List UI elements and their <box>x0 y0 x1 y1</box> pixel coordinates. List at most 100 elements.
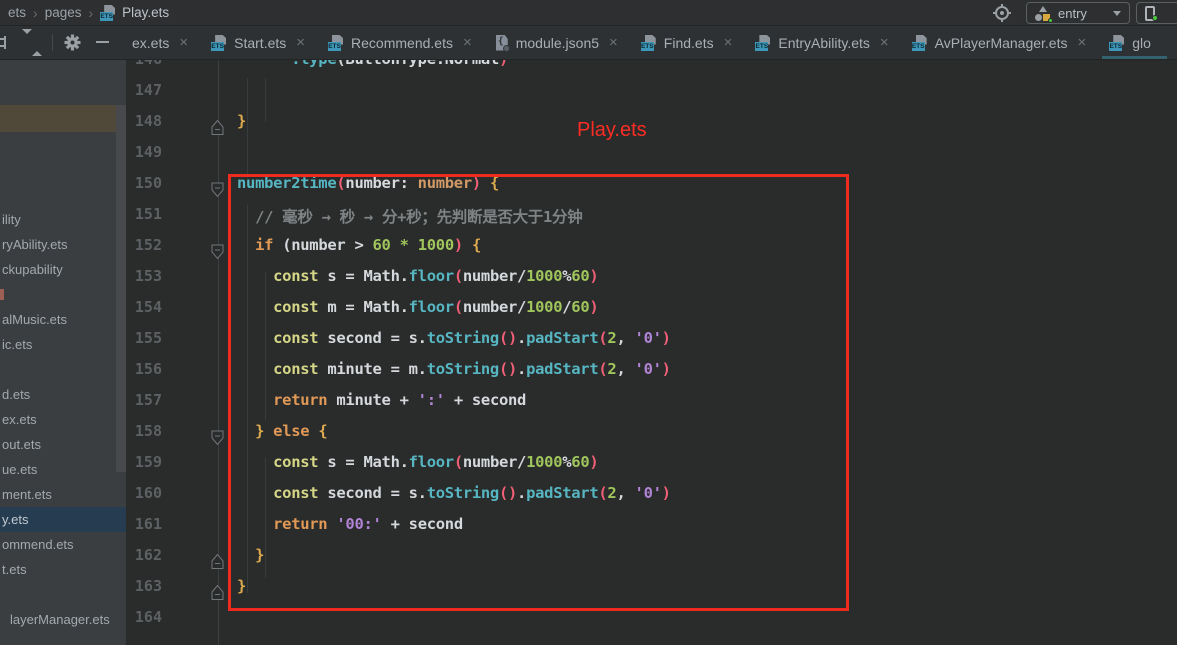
tree-item-label: layerManager.ets <box>10 612 110 627</box>
breadcrumb-item[interactable]: ets <box>8 5 26 20</box>
line-number: 154 <box>126 298 162 329</box>
tree-item[interactable] <box>0 282 126 307</box>
locate-target-icon[interactable] <box>994 5 1010 21</box>
fold-marker-icon[interactable] <box>211 554 224 570</box>
code-line[interactable]: 164 <box>126 608 1177 639</box>
tree-item[interactable]: ment.ets <box>0 482 126 507</box>
tab-close-icon[interactable]: × <box>724 34 733 51</box>
tree-item[interactable]: ex.ets <box>0 407 126 432</box>
tab-close-icon[interactable]: × <box>179 34 188 51</box>
code-text[interactable]: } <box>237 112 246 143</box>
ets-file-icon: ETS <box>211 35 227 51</box>
device-selector-button[interactable] <box>1136 2 1177 24</box>
tab-glo[interactable]: ETS glo <box>1098 26 1163 59</box>
tree-item-label: ility <box>2 212 21 227</box>
line-number: 157 <box>126 391 162 422</box>
ets-file-icon: ETS <box>1109 35 1125 51</box>
tab-label: Recommend.ets <box>351 35 453 51</box>
line-number: 155 <box>126 329 162 360</box>
toolbar-separator <box>52 34 53 51</box>
fold-marker-icon[interactable] <box>211 430 224 446</box>
tree-item-label: d.ets <box>2 387 30 402</box>
tree-item[interactable]: ryAbility.ets <box>0 232 126 257</box>
tree-item[interactable]: ommend.ets <box>0 532 126 557</box>
project-sidebar: ility ryAbility.ets ckupability alMusic.ets… <box>0 60 126 645</box>
editor[interactable]: 146 .type(ButtonType.Normal)147148}14915… <box>126 60 1177 645</box>
code-line[interactable]: 149 <box>126 143 1177 174</box>
ets-file-icon: ETS <box>641 35 657 51</box>
line-number: 148 <box>126 112 162 143</box>
tab-label: EntryAbility.ets <box>778 35 870 51</box>
line-number: 150 <box>126 174 162 205</box>
ets-badge: ETS <box>1109 42 1122 51</box>
ets-badge: ETS <box>641 42 654 51</box>
settings-gear-icon[interactable] <box>64 34 81 51</box>
tree-item-label: ment.ets <box>2 487 52 502</box>
fold-marker-icon[interactable] <box>211 585 224 601</box>
panel-toolbar <box>0 26 128 59</box>
device-online-dot <box>1152 15 1158 21</box>
tree-item-label: out.ets <box>2 437 41 452</box>
tree-item-label: alMusic.ets <box>2 312 67 327</box>
ets-file-icon: ETS <box>912 35 928 51</box>
ets-file-icon: ETS <box>755 35 771 51</box>
tree-item-label: ryAbility.ets <box>2 237 68 252</box>
tab-close-icon[interactable]: × <box>609 34 618 51</box>
tree-item[interactable]: t.ets <box>0 557 126 582</box>
chevron-down-icon <box>1113 11 1121 16</box>
run-config-label: entry <box>1058 6 1087 21</box>
code-line[interactable]: 148} <box>126 112 1177 143</box>
tab-recommend-ets[interactable]: ETSRecommend.ets× <box>317 26 484 59</box>
line-number: 146 <box>126 60 162 81</box>
curly-glyph: { <box>498 36 504 47</box>
tab-ex-ets[interactable]: ex.ets × <box>130 26 200 59</box>
code-text[interactable]: .type(ButtonType.Normal) <box>237 60 508 81</box>
tree-item[interactable]: ic.ets <box>0 332 126 357</box>
select-opened-file-icon[interactable] <box>0 36 7 49</box>
tab-entryability-ets[interactable]: ETS EntryAbility.ets × <box>744 26 900 59</box>
ets-badge: ETS <box>211 42 224 51</box>
fold-marker-icon[interactable] <box>211 120 224 136</box>
tree-item[interactable]: alMusic.ets <box>0 307 126 332</box>
tab-close-icon[interactable]: × <box>1078 34 1087 51</box>
breadcrumb-item[interactable]: pages <box>45 5 82 20</box>
tree-item[interactable]: layerManager.ets <box>0 607 126 632</box>
gear-dot <box>503 45 510 52</box>
hide-panel-icon[interactable] <box>96 41 109 43</box>
tree-item[interactable]: y.ets <box>0 507 126 532</box>
tree-item[interactable]: ckupability <box>0 257 126 282</box>
tab-label: glo <box>1132 35 1151 51</box>
tab-label: module.json5 <box>516 35 599 51</box>
breadcrumb-item[interactable]: Play.ets <box>122 5 169 20</box>
tree-item-label: t.ets <box>2 562 27 577</box>
tab-start-ets[interactable]: ETSStart.ets× <box>200 26 317 59</box>
sidebar-hover-highlight <box>0 105 116 132</box>
tree-item-label: ex.ets <box>2 412 37 427</box>
tree-item[interactable]: ue.ets <box>0 457 126 482</box>
tab-label: ex.ets <box>132 35 169 51</box>
collapse-all-icon[interactable] <box>22 34 38 51</box>
tree-item-label: ue.ets <box>2 462 37 477</box>
tab-close-icon[interactable]: × <box>296 34 305 51</box>
line-number: 147 <box>126 81 162 112</box>
ets-badge: ETS <box>100 12 113 21</box>
fold-marker-icon[interactable] <box>211 182 224 198</box>
json5-file-icon: { <box>495 35 509 51</box>
tree-item[interactable]: d.ets <box>0 382 126 407</box>
breadcrumb-separator-icon: › <box>87 5 94 21</box>
tree-item[interactable]: ility <box>0 207 126 232</box>
tab-find-ets[interactable]: ETS Find.ets × <box>630 26 745 59</box>
tree-item[interactable]: out.ets <box>0 432 126 457</box>
ets-icon-fragment <box>0 613 7 626</box>
code-line[interactable]: 147 <box>126 81 1177 112</box>
tab-avplayermanager-ets[interactable]: ETSAvPlayerManager.ets× <box>901 26 1099 59</box>
tab-label: Find.ets <box>664 35 714 51</box>
line-number: 161 <box>126 515 162 546</box>
run-config-selector[interactable]: entry <box>1026 2 1130 24</box>
tab-close-icon[interactable]: × <box>880 34 889 51</box>
code-line[interactable]: 146 .type(ButtonType.Normal) <box>126 60 1177 81</box>
line-number: 163 <box>126 577 162 608</box>
tab-module-json5[interactable]: { module.json5 × <box>484 26 630 59</box>
tab-close-icon[interactable]: × <box>463 34 472 51</box>
fold-marker-icon[interactable] <box>211 244 224 260</box>
